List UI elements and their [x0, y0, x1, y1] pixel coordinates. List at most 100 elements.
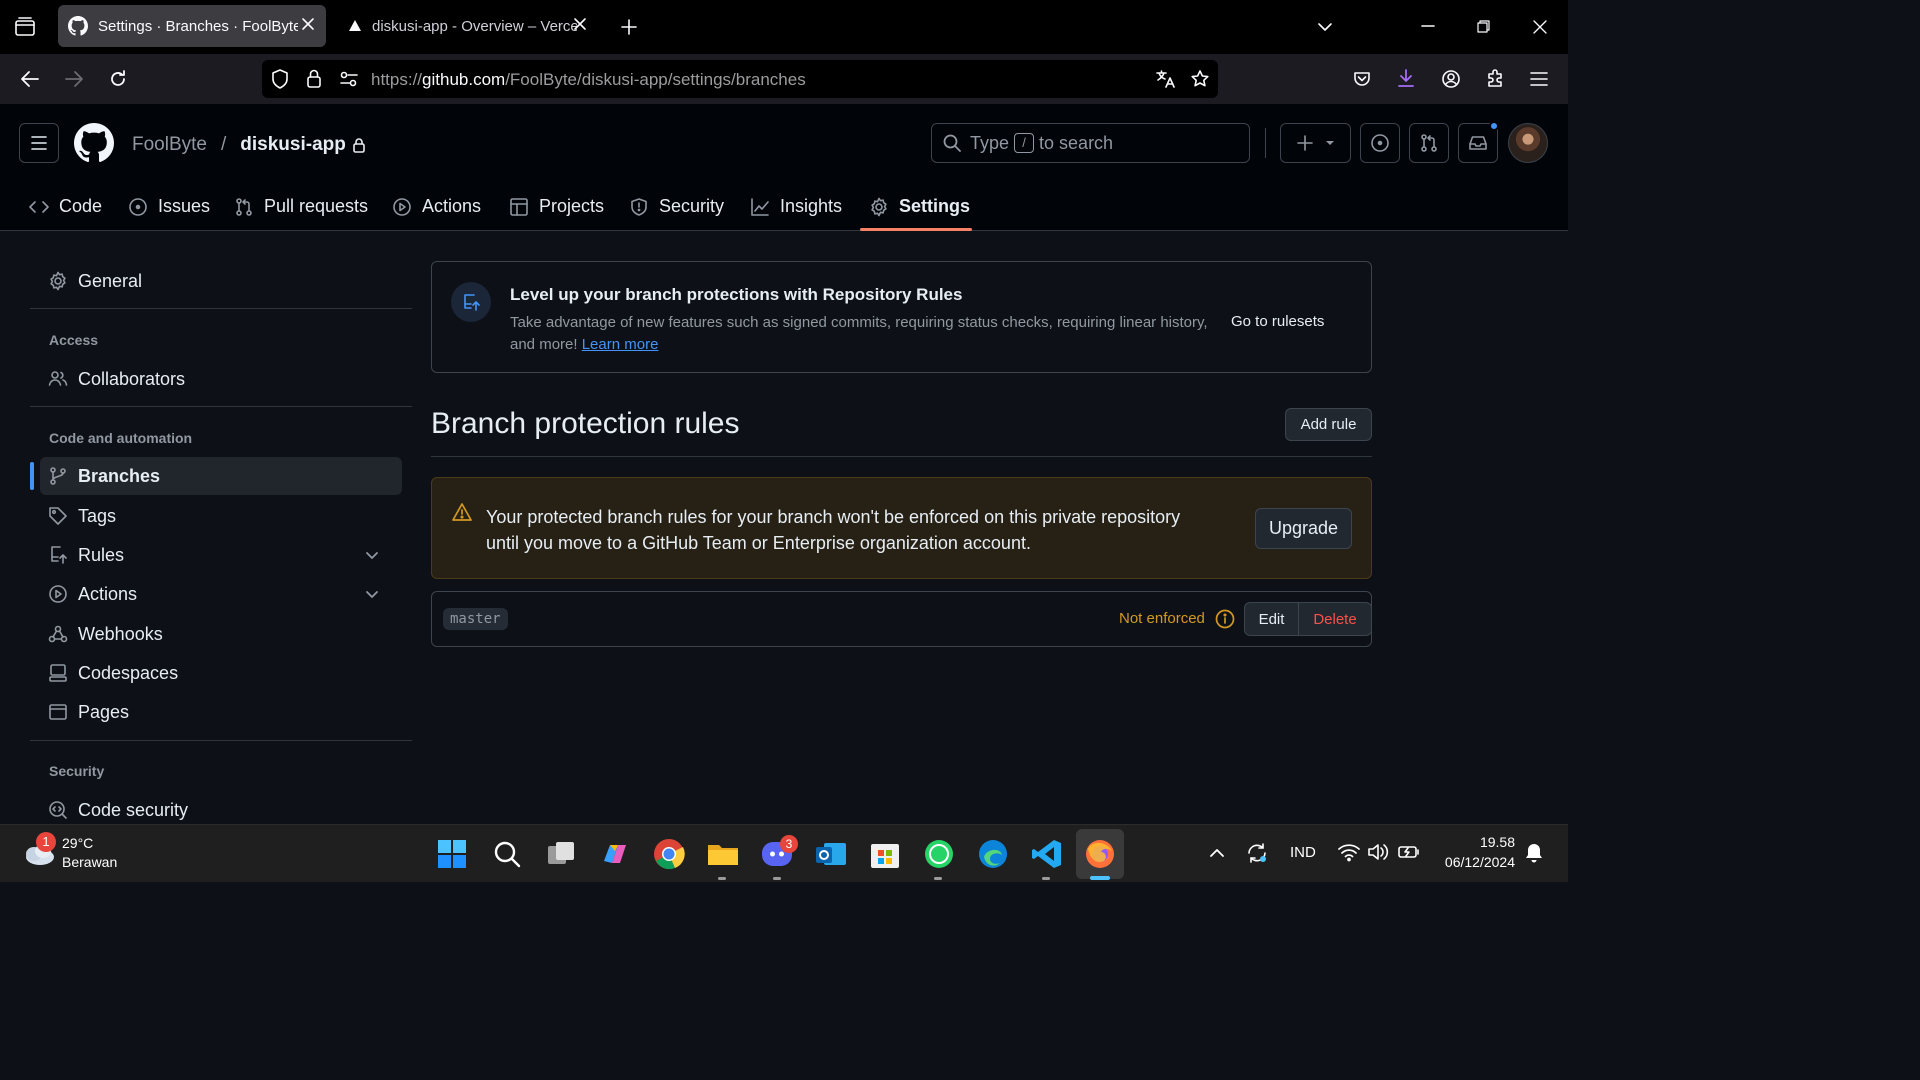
chevron-down-icon[interactable] — [364, 547, 390, 563]
pocket-icon[interactable] — [1352, 69, 1372, 89]
search-icon — [942, 133, 962, 153]
sidebar-item-label: Rules — [78, 544, 125, 565]
file-explorer-icon[interactable] — [706, 837, 740, 871]
downloads-icon[interactable] — [1396, 68, 1416, 88]
github-logo-icon[interactable] — [74, 123, 114, 163]
graph-icon — [751, 197, 769, 216]
minimize-window-icon[interactable] — [1420, 18, 1436, 34]
tab-code[interactable]: Code — [29, 182, 102, 231]
close-tab-icon[interactable] — [300, 16, 316, 32]
add-rule-button[interactable]: Add rule — [1285, 408, 1372, 441]
close-tab-icon[interactable] — [572, 16, 588, 32]
owner-link[interactable]: FoolByte — [132, 134, 207, 156]
info-icon[interactable] — [1215, 609, 1235, 629]
open-navigation-button[interactable] — [19, 123, 59, 163]
sync-icon[interactable] — [1245, 841, 1269, 865]
bookmark-star-icon[interactable] — [1190, 69, 1210, 89]
tab-pull-requests[interactable]: Pull requests — [234, 182, 368, 231]
temperature[interactable]: 29°C — [62, 835, 93, 851]
address-bar[interactable]: https://github.com/FoolByte/diskusi-app/… — [262, 60, 1218, 98]
task-view-icon[interactable] — [544, 837, 578, 871]
tab-actions[interactable]: Actions — [392, 182, 481, 231]
repo-link[interactable]: diskusi-app — [240, 134, 346, 156]
upgrade-button[interactable]: Upgrade — [1255, 508, 1352, 549]
edit-button[interactable]: Edit — [1245, 603, 1299, 635]
search-icon[interactable] — [490, 837, 524, 871]
sidebar-item-branches[interactable]: Branches — [40, 457, 402, 495]
branch-name-tag[interactable]: master — [443, 608, 508, 630]
clock-date[interactable]: 06/12/2024 — [1436, 854, 1515, 870]
vscode-icon[interactable] — [1030, 837, 1064, 871]
issues-button[interactable] — [1360, 123, 1400, 163]
github-favicon-icon — [68, 16, 88, 36]
sidebar-item-label: Code security — [78, 799, 189, 820]
search-placeholder-prefix: Type — [970, 132, 1010, 153]
sidebar-item-actions[interactable]: Actions — [40, 575, 402, 613]
sidebar-item-label: Codespaces — [78, 662, 179, 683]
sidebar-heading-access: Access — [49, 332, 99, 348]
tab-insights[interactable]: Insights — [750, 182, 842, 231]
firefox-icon[interactable] — [1083, 837, 1117, 871]
outlook-icon[interactable] — [814, 837, 848, 871]
banner-body: Take advantage of new features such as s… — [510, 312, 1222, 356]
tab-list-icon[interactable] — [14, 17, 36, 37]
browser-tab-settings[interactable]: Settings · Branches · FoolByte/diskusi-a… — [58, 5, 326, 47]
sidebar-item-rules[interactable]: Rules — [40, 536, 402, 574]
copilot-icon[interactable] — [598, 837, 632, 871]
sidebar-item-tags[interactable]: Tags — [40, 497, 402, 535]
notification-bell-icon[interactable] — [1524, 842, 1544, 864]
tab-projects[interactable]: Projects — [509, 182, 604, 231]
menu-hamburger-icon[interactable] — [1529, 70, 1549, 88]
lock-icon[interactable] — [306, 69, 322, 89]
hamburger-icon — [31, 136, 47, 150]
whatsapp-icon[interactable] — [922, 837, 956, 871]
go-to-rulesets-button[interactable]: Go to rulesets — [1231, 313, 1324, 330]
weather-alert-badge: 1 — [36, 832, 56, 852]
chevron-down-icon[interactable] — [364, 586, 390, 602]
back-arrow-icon[interactable] — [20, 70, 40, 88]
play-icon — [49, 585, 67, 603]
tab-settings[interactable]: Settings — [869, 182, 970, 231]
browser-tab-vercel[interactable]: diskusi-app - Overview – Vercel — [340, 5, 600, 47]
sidebar-item-codespaces[interactable]: Codespaces — [40, 654, 402, 692]
tab-label: Security — [659, 196, 725, 216]
sidebar-item-general[interactable]: General — [40, 262, 402, 300]
restore-window-icon[interactable] — [1476, 19, 1491, 34]
pull-requests-button[interactable] — [1409, 123, 1449, 163]
tab-issues[interactable]: Issues — [128, 182, 210, 231]
alert-icon — [451, 502, 473, 522]
volume-icon[interactable] — [1367, 842, 1389, 862]
reload-icon[interactable] — [108, 69, 128, 89]
chrome-icon[interactable] — [652, 837, 686, 871]
sidebar-item-pages[interactable]: Pages — [40, 693, 402, 731]
weather-condition[interactable]: Berawan — [62, 854, 117, 870]
tab-security[interactable]: Security — [629, 182, 724, 231]
sidebar-item-webhooks[interactable]: Webhooks — [40, 615, 402, 653]
learn-more-link[interactable]: Learn more — [582, 336, 659, 353]
github-header: FoolByte / diskusi-app Type / to search … — [0, 104, 1568, 231]
edge-icon[interactable] — [976, 837, 1010, 871]
create-new-button[interactable] — [1280, 123, 1351, 163]
forward-arrow-icon[interactable] — [64, 70, 84, 88]
new-tab-icon[interactable] — [620, 18, 638, 36]
delete-button[interactable]: Delete — [1299, 603, 1371, 635]
sidebar-heading-security: Security — [49, 763, 105, 779]
input-language[interactable]: IND — [1290, 844, 1316, 861]
battery-charging-icon[interactable] — [1397, 842, 1421, 862]
search-input[interactable]: Type / to search — [931, 123, 1250, 163]
tab-overflow-chevron-icon[interactable] — [1316, 18, 1334, 36]
sidebar-item-collaborators[interactable]: Collaborators — [40, 360, 402, 398]
microsoft-store-icon[interactable] — [868, 837, 902, 871]
wifi-icon[interactable] — [1338, 842, 1360, 862]
extensions-icon[interactable] — [1485, 68, 1505, 88]
avatar[interactable] — [1508, 123, 1548, 163]
close-window-icon[interactable] — [1532, 19, 1548, 35]
account-icon[interactable] — [1441, 69, 1461, 89]
sidebar-divider — [30, 308, 412, 309]
start-windows-icon[interactable] — [435, 837, 469, 871]
chevron-up-icon[interactable] — [1208, 845, 1226, 861]
clock-time[interactable]: 19.58 — [1436, 834, 1515, 850]
translate-icon[interactable] — [1155, 69, 1175, 89]
tracking-shield-icon[interactable] — [271, 69, 289, 89]
permissions-icon[interactable] — [339, 71, 359, 87]
